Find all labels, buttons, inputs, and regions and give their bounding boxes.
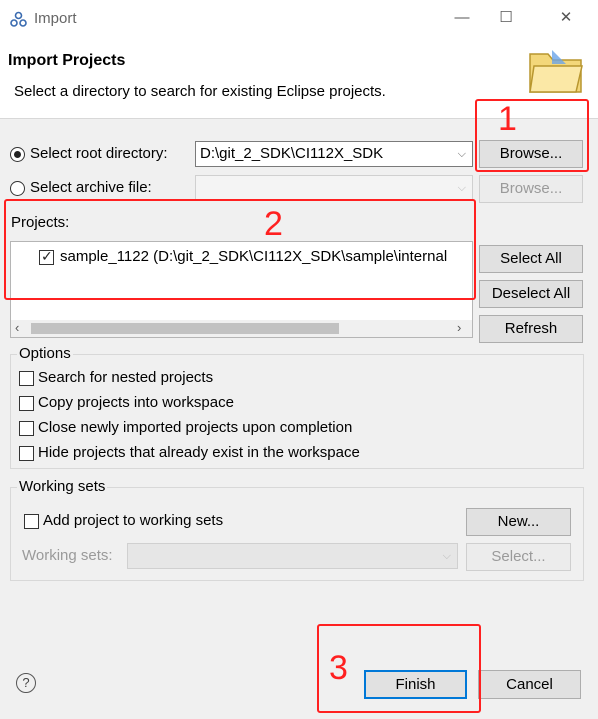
page-description: Select a directory to search for existin… — [14, 83, 386, 100]
options-title: Options — [17, 345, 73, 362]
close-icon[interactable]: ✕ — [556, 8, 576, 28]
archive-file-combo[interactable]: ⌵ — [195, 175, 473, 201]
hide-existing-label: Hide projects that already exist in the … — [38, 444, 360, 461]
copy-projects-label: Copy projects into workspace — [38, 394, 234, 411]
chevron-right-icon[interactable]: › — [457, 320, 461, 335]
chevron-down-icon: ⌵ — [457, 148, 466, 160]
deselect-all-button[interactable]: Deselect All — [479, 280, 583, 308]
nested-projects-label: Search for nested projects — [38, 369, 214, 386]
select-working-sets-button[interactable]: Select... — [466, 543, 571, 571]
chevron-down-icon: ⌵ — [442, 550, 451, 562]
hide-existing-checkbox[interactable] — [19, 446, 34, 461]
nested-projects-checkbox[interactable] — [19, 371, 34, 386]
horizontal-scrollbar[interactable]: ‹ › — [11, 320, 472, 337]
annotation-number-1: 1 — [498, 100, 517, 138]
annotation-box-2 — [4, 199, 476, 300]
annotation-number-3: 3 — [329, 649, 348, 687]
annotation-number-2: 2 — [264, 205, 283, 243]
working-sets-title: Working sets — [17, 478, 108, 495]
working-sets-label: Working sets: — [22, 547, 113, 564]
add-working-sets-checkbox[interactable] — [24, 514, 39, 529]
add-working-sets-label: Add project to working sets — [43, 512, 224, 529]
scrollbar-thumb[interactable] — [31, 323, 339, 334]
chevron-down-icon: ⌵ — [457, 182, 466, 194]
chevron-left-icon[interactable]: ‹ — [15, 320, 19, 335]
window-title: Import — [34, 10, 77, 27]
archive-file-radio[interactable] — [10, 181, 25, 196]
root-directory-combo[interactable]: D:\git_2_SDK\CI112X_SDK ⌵ — [195, 141, 473, 167]
root-directory-label: Select root directory: — [30, 145, 168, 162]
select-all-button[interactable]: Select All — [479, 245, 583, 273]
working-sets-combo[interactable]: ⌵ — [127, 543, 458, 569]
copy-projects-checkbox[interactable] — [19, 396, 34, 411]
root-directory-value: D:\git_2_SDK\CI112X_SDK — [200, 145, 384, 162]
root-directory-radio[interactable] — [10, 147, 25, 162]
archive-file-label: Select archive file: — [30, 179, 152, 196]
browse-archive-button[interactable]: Browse... — [479, 175, 583, 203]
help-icon[interactable]: ? — [16, 673, 36, 693]
minimize-icon[interactable]: — — [452, 8, 472, 28]
eclipse-import-icon — [10, 11, 27, 27]
close-imported-label: Close newly imported projects upon compl… — [38, 419, 353, 436]
page-title: Import Projects — [8, 52, 126, 69]
annotation-box-1 — [475, 99, 589, 172]
cancel-button[interactable]: Cancel — [478, 670, 581, 699]
refresh-button[interactable]: Refresh — [479, 315, 583, 343]
folder-icon — [529, 50, 583, 93]
close-imported-checkbox[interactable] — [19, 421, 34, 436]
new-working-set-button[interactable]: New... — [466, 508, 571, 536]
maximize-icon[interactable]: ☐ — [496, 8, 516, 28]
